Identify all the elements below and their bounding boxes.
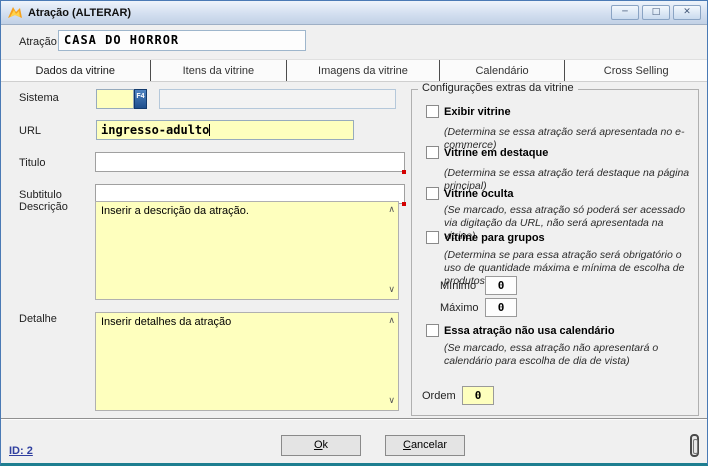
app-icon — [7, 6, 23, 20]
minimize-button[interactable]: ─ — [611, 5, 639, 20]
tab-strip: Dados da vitrine Itens da vitrine Imagen… — [1, 59, 707, 82]
vitrine-grupos-label: Vitrine para grupos — [444, 232, 545, 244]
minimize-icon: ─ — [622, 7, 627, 17]
subtitulo-label: Subtitulo — [19, 189, 62, 201]
minimo-row: Mínimo 0 — [440, 276, 517, 295]
close-button[interactable]: ✕ — [673, 5, 701, 20]
vitrine-destaque-label: Vitrine em destaque — [444, 147, 548, 159]
exibir-vitrine-label: Exibir vitrine — [444, 106, 511, 118]
titlebar: Atração (ALTERAR) ─ □ ✕ — [1, 1, 707, 25]
window-title: Atração (ALTERAR) — [28, 7, 131, 19]
nao-usa-calendario-checkbox[interactable] — [426, 324, 439, 337]
scroll-up-icon[interactable]: ∧ — [388, 204, 395, 217]
detalhe-text: Inserir detalhes da atração — [101, 316, 231, 328]
minimo-label: Mínimo — [440, 280, 485, 292]
scroll-up-icon[interactable]: ∧ — [388, 315, 395, 328]
record-id-link[interactable]: ID: 2 — [9, 445, 33, 457]
descricao-label: Descrição — [19, 201, 68, 213]
nao-usa-calendario-hint: (Se marcado, essa atração não apresentar… — [444, 342, 696, 368]
maximize-button[interactable]: □ — [642, 5, 670, 20]
url-input[interactable]: ingresso-adulto — [96, 120, 354, 140]
detalhe-textarea[interactable]: Inserir detalhes da atração ∧ ∨ — [95, 312, 399, 411]
maximo-row: Máximo 0 — [440, 298, 517, 317]
url-label: URL — [19, 125, 41, 137]
window-controls: ─ □ ✕ — [611, 5, 701, 20]
vitrine-grupos-checkbox[interactable] — [426, 231, 439, 244]
paperclip-icon[interactable] — [690, 434, 699, 457]
ordem-input[interactable]: 0 — [462, 386, 494, 405]
maximo-input[interactable]: 0 — [485, 298, 517, 317]
exibir-vitrine-checkbox[interactable] — [426, 105, 439, 118]
titulo-label: Titulo — [19, 157, 46, 169]
scroll-down-icon[interactable]: ∨ — [388, 284, 395, 297]
nao-usa-calendario-label: Essa atração não usa calendário — [444, 325, 615, 337]
atracao-window: Atração (ALTERAR) ─ □ ✕ Atração CASA DO … — [0, 0, 708, 466]
vitrine-destaque-checkbox[interactable] — [426, 146, 439, 159]
tab-itens-da-vitrine[interactable]: Itens da vitrine — [151, 60, 288, 81]
descricao-text: Inserir a descrição da atração. — [101, 205, 249, 217]
required-marker — [402, 170, 406, 174]
titulo-input[interactable] — [95, 152, 405, 172]
nao-usa-calendario-row: Essa atração não usa calendário — [426, 324, 615, 337]
url-value: ingresso-adulto — [101, 123, 209, 137]
tab-dados-da-vitrine[interactable]: Dados da vitrine — [1, 60, 151, 81]
sistema-input[interactable] — [96, 89, 134, 109]
sistema-description-field — [159, 89, 396, 109]
descricao-textarea[interactable]: Inserir a descrição da atração. ∧ ∨ — [95, 201, 399, 300]
scroll-down-icon[interactable]: ∨ — [388, 395, 395, 408]
text-cursor — [209, 124, 210, 136]
exibir-vitrine-row: Exibir vitrine — [426, 105, 511, 118]
ordem-row: Ordem 0 — [422, 386, 494, 405]
atracao-name-field[interactable]: CASA DO HORROR — [58, 30, 306, 51]
ok-button[interactable]: Ok — [281, 435, 361, 456]
ordem-label: Ordem — [422, 390, 462, 402]
vitrine-oculta-checkbox[interactable] — [426, 187, 439, 200]
minimo-input[interactable]: 0 — [485, 276, 517, 295]
configuracoes-extras-title: Configurações extras da vitrine — [418, 82, 578, 94]
required-marker — [402, 202, 406, 206]
vitrine-oculta-label: Vitrine oculta — [444, 188, 513, 200]
vitrine-oculta-row: Vitrine oculta — [426, 187, 513, 200]
sistema-label: Sistema — [19, 92, 59, 104]
sistema-lookup-button[interactable]: F4 — [134, 89, 147, 109]
tab-imagens-da-vitrine[interactable]: Imagens da vitrine — [287, 60, 440, 81]
cancel-button[interactable]: Cancelar — [385, 435, 465, 456]
detalhe-label: Detalhe — [19, 313, 57, 325]
tab-calendario[interactable]: Calendário — [440, 60, 566, 81]
vitrine-destaque-row: Vitrine em destaque — [426, 146, 548, 159]
maximo-label: Máximo — [440, 302, 485, 314]
footer-divider — [1, 418, 707, 420]
close-icon: ✕ — [683, 7, 691, 17]
maximize-icon: □ — [652, 7, 661, 17]
vitrine-grupos-row: Vitrine para grupos — [426, 231, 545, 244]
tab-cross-selling[interactable]: Cross Selling — [565, 60, 707, 81]
atracao-label: Atração — [19, 36, 57, 48]
configuracoes-extras-panel: Configurações extras da vitrine Exibir v… — [411, 89, 699, 416]
